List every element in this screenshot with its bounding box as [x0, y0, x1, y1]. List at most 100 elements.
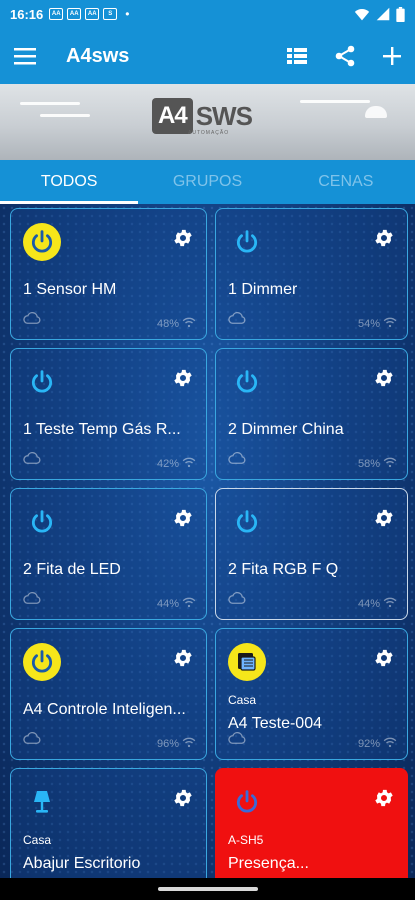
device-group-label: A-SH5: [228, 833, 264, 847]
cloud-icon: [228, 731, 246, 749]
tab-todos[interactable]: TODOS: [0, 160, 139, 204]
add-icon[interactable]: [383, 47, 401, 65]
power-icon[interactable]: [228, 503, 266, 541]
lamp-icon[interactable]: [23, 783, 61, 821]
status-dot: •: [125, 7, 130, 21]
wifi-icon: [354, 8, 370, 20]
ceiling-light: [300, 100, 370, 103]
gear-icon[interactable]: [373, 227, 395, 254]
power-icon[interactable]: [23, 223, 61, 261]
device-name: 2 Dimmer China: [228, 421, 344, 438]
power-icon[interactable]: [23, 503, 61, 541]
wifi-icon: [383, 317, 397, 331]
tab-label: GRUPOS: [172, 173, 243, 190]
device-name: A4 Controle Inteligen...: [23, 701, 186, 718]
signal-strength: 58%: [358, 457, 397, 471]
logo-subtitle: AUTOMAÇÃO: [188, 130, 230, 136]
signal-strength: 54%: [358, 317, 397, 331]
device-name: Abajur Escritorio: [23, 855, 141, 872]
device-card[interactable]: Casa Abajur Escritorio: [10, 768, 207, 878]
share-icon[interactable]: [335, 45, 355, 67]
device-card[interactable]: Casa A4 Teste-004 92%: [215, 628, 408, 760]
device-grid-area: 1 Sensor HM 48% 1 Dimmer 54% 1 Teste Temp Gá…: [0, 204, 415, 878]
device-group-label: Casa: [228, 693, 257, 707]
device-card[interactable]: 2 Dimmer China 58%: [215, 348, 408, 480]
battery-icon: [396, 6, 405, 22]
wifi-icon: [182, 597, 196, 611]
wifi-icon: [182, 317, 196, 331]
device-card[interactable]: 1 Dimmer 54%: [215, 208, 408, 340]
device-grid: 1 Sensor HM 48% 1 Dimmer 54% 1 Teste Temp Gá…: [0, 204, 415, 878]
device-name: 2 Fita de LED: [23, 561, 121, 578]
gear-icon[interactable]: [172, 647, 194, 674]
gear-icon[interactable]: [172, 367, 194, 394]
gear-icon[interactable]: [373, 507, 395, 534]
status-right: [354, 6, 405, 22]
notification-icon: AA: [49, 8, 64, 20]
gear-icon[interactable]: [172, 227, 194, 254]
signal-value: 92%: [357, 738, 380, 750]
power-icon[interactable]: [228, 223, 266, 261]
signal-value: 44%: [357, 598, 380, 610]
wifi-icon: [182, 737, 196, 751]
tab-grupos[interactable]: GRUPOS: [138, 160, 276, 204]
device-card[interactable]: A-SH5 Presença...: [215, 768, 408, 878]
notification-icon: AA: [85, 8, 100, 20]
signal-strength: 44%: [358, 597, 397, 611]
tab-bar: TODOS GRUPOS CENAS: [0, 160, 415, 204]
cloud-icon: [23, 731, 41, 749]
signal-value: 96%: [156, 738, 179, 750]
header-banner: A4 SWS AUTOMAÇÃO: [0, 84, 415, 160]
power-icon[interactable]: [228, 363, 266, 401]
status-time: 16:16: [10, 6, 44, 22]
gear-icon[interactable]: [172, 507, 194, 534]
gear-icon[interactable]: [373, 787, 395, 814]
signal-value: 48%: [156, 318, 179, 330]
ceiling-lamp: [365, 106, 387, 118]
signal-strength: 44%: [157, 597, 196, 611]
cloud-icon: [23, 311, 41, 329]
signal-value: 42%: [156, 458, 179, 470]
logo-suffix: SWS: [195, 100, 253, 131]
ceiling-light: [20, 102, 80, 105]
app-bar: A4sws: [0, 28, 415, 84]
curtain-icon[interactable]: [228, 643, 266, 681]
device-name: 1 Teste Temp Gás R...: [23, 421, 181, 438]
power-icon[interactable]: [228, 783, 266, 821]
home-handle[interactable]: [157, 887, 258, 891]
wifi-icon: [383, 597, 397, 611]
cloud-icon: [23, 451, 41, 469]
device-card[interactable]: A4 Controle Inteligen... 96%: [10, 628, 207, 760]
device-card[interactable]: 2 Fita de LED 44%: [10, 488, 207, 620]
device-card[interactable]: 1 Sensor HM 48%: [10, 208, 207, 340]
device-name: Presença...: [228, 855, 309, 872]
wifi-icon: [383, 737, 397, 751]
list-view-icon[interactable]: [287, 48, 307, 64]
signal-value: 58%: [357, 458, 380, 470]
cloud-icon: [228, 451, 246, 469]
device-name: 2 Fita RGB F Q: [228, 561, 339, 578]
notification-icon: AA: [67, 8, 82, 20]
tab-cenas[interactable]: CENAS: [277, 160, 415, 204]
gear-icon[interactable]: [373, 647, 395, 674]
signal-strength: 42%: [157, 457, 196, 471]
notification-icon: S: [103, 8, 118, 20]
menu-icon[interactable]: [14, 47, 36, 65]
device-card[interactable]: 1 Teste Temp Gás R... 42%: [10, 348, 207, 480]
gear-icon[interactable]: [373, 367, 395, 394]
brand-logo: A4 SWS: [152, 98, 253, 134]
signal-value: 44%: [156, 598, 179, 610]
power-icon[interactable]: [23, 363, 61, 401]
device-card[interactable]: 2 Fita RGB F Q 44%: [215, 488, 408, 620]
signal-strength: 96%: [157, 737, 196, 751]
cloud-icon: [228, 311, 246, 329]
device-name: 1 Dimmer: [228, 281, 298, 298]
cloud-icon: [23, 591, 41, 609]
signal-strength: 92%: [358, 737, 397, 751]
gear-icon[interactable]: [172, 787, 194, 814]
signal-icon: [376, 7, 390, 21]
power-icon[interactable]: [23, 643, 61, 681]
device-group-label: Casa: [23, 833, 52, 847]
tab-label: CENAS: [318, 173, 374, 190]
signal-strength: 48%: [157, 317, 196, 331]
